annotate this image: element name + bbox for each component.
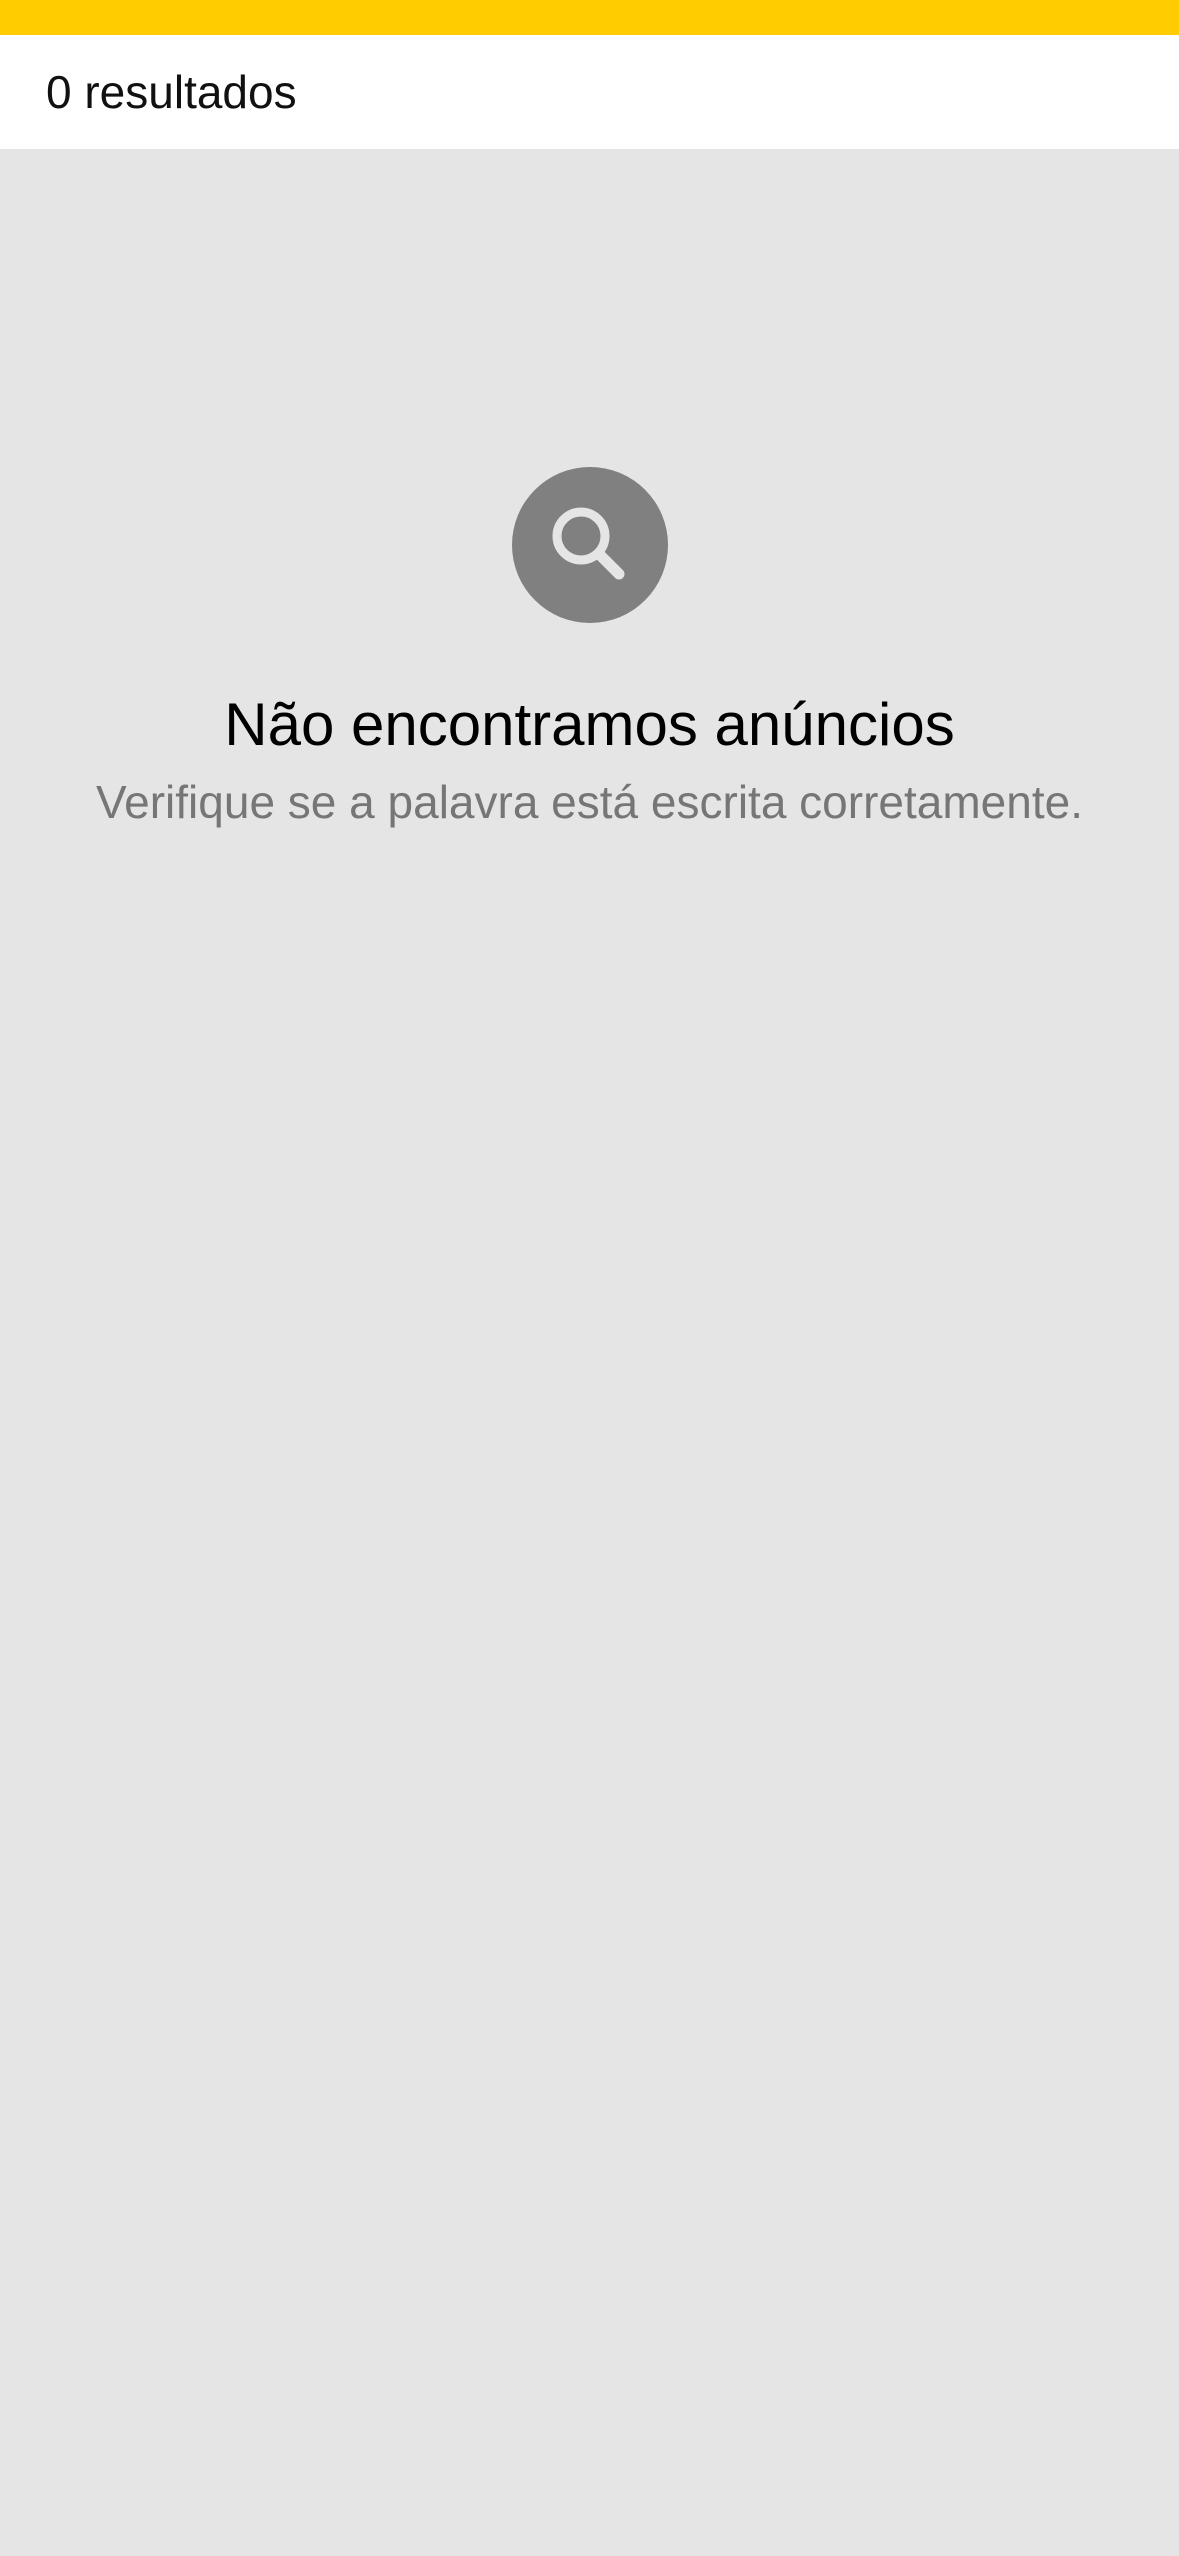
results-content-area: Não encontramos anúncios Verifique se a …	[0, 149, 1179, 2556]
search-icon	[511, 467, 668, 623]
empty-state: Não encontramos anúncios Verifique se a …	[0, 467, 1179, 825]
empty-state-title: Não encontramos anúncios	[224, 691, 955, 758]
results-count-label: 0 resultados	[46, 66, 297, 118]
results-header: 0 resultados	[0, 35, 1179, 149]
top-accent-bar	[0, 0, 1179, 35]
empty-state-subtitle: Verifique se a palavra está escrita corr…	[96, 776, 1083, 828]
